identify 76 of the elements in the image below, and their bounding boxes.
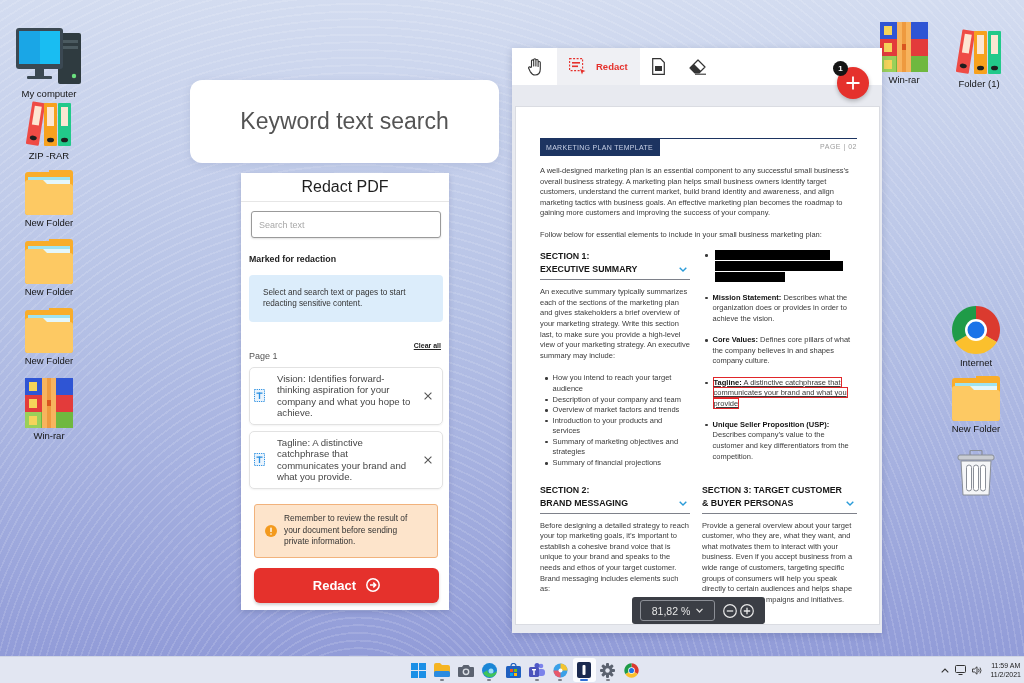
folder-icon [434,663,451,677]
bullet-icon [545,409,548,412]
redaction-item-text: Tagline: A distinctive catchphrase that communicates your brand and what you provide. [277,437,408,483]
swirl-icon [481,662,497,678]
taskbar-app-button[interactable] [572,658,596,682]
icon-label[interactable]: Internet [959,357,993,368]
shopping-bag-icon [505,662,521,678]
chevron-up-icon[interactable] [941,667,950,673]
redact-button[interactable]: Redact [254,567,439,603]
dashed-selection-icon [569,58,586,75]
zoom-level-select[interactable]: 81,82 % [640,600,715,621]
zoom-in-icon[interactable] [740,603,754,618]
binders-icon[interactable] [25,100,73,148]
icon-label[interactable]: My computer [21,88,77,99]
text-selection-icon [254,453,265,467]
zoom-out-icon[interactable] [723,603,737,618]
bullet-icon [705,381,708,385]
bullet-icon [545,377,548,380]
redaction-item-text: Vision: Identifies forward-thinking aspiration for your company and what you hope to achieve. [277,373,412,419]
chevron-down-icon[interactable] [846,500,854,506]
caret-icon [696,608,704,613]
icon-label[interactable]: ZIP -RAR [28,150,70,161]
chevron-down-icon[interactable] [679,500,687,506]
redaction-item-card[interactable]: Vision: Identifies forward-thinking aspiration for your company and what you hope to achieve. [249,366,443,425]
section-label: Marked for redaction [249,254,337,265]
browser-icon[interactable] [951,305,1001,355]
redaction-item-card[interactable]: Tagline: A distinctive catchphrase that communicates your brand and what you provide. [249,430,443,489]
text-selection-icon [254,389,265,403]
app-tile-icon [577,662,592,678]
bullet-icon [545,419,548,423]
bullet-icon [705,254,708,257]
icon-label[interactable]: New Folder [24,286,74,297]
icon-label[interactable]: Folder (1) [958,78,1000,89]
chat-people-icon [528,662,545,678]
callout-text: Keyword text search [240,108,449,135]
bullet-icon [705,423,708,427]
speaker-icon[interactable] [972,665,983,675]
icon-label[interactable]: New Folder [951,423,1001,434]
binders-icon[interactable] [955,28,1003,76]
bullet-icon [545,462,548,465]
plus-icon [846,76,860,90]
document-icon [651,58,665,75]
settings-icon [600,662,616,678]
camera-icon [457,663,474,677]
hand-icon [528,57,543,76]
close-icon[interactable] [424,455,432,464]
icon-label[interactable]: Win-rar [888,74,920,85]
section-heading: SECTION 3: TARGET CUSTOMER & BUYER PERSONAS [702,483,842,510]
search-field[interactable]: Search text [251,211,441,238]
pinwheel-icon [552,662,568,678]
section-heading: SECTION 1: EXECUTIVE SUMMARY [540,250,638,277]
eraser-icon [688,58,707,75]
arrow-circle-icon [366,578,381,593]
browser-icon [624,662,640,678]
four-squares-icon [410,662,426,678]
redact-tab[interactable]: Redact [557,48,640,85]
icon-label[interactable]: Win-rar [33,430,65,441]
bullet-icon [705,339,708,342]
archive-icon[interactable] [25,378,73,428]
computer-icon[interactable] [16,28,82,86]
bullet-icon [545,440,548,444]
icon-label[interactable]: New Folder [24,217,74,228]
archive-icon[interactable] [880,22,928,72]
page-label: Page 1 [249,350,279,362]
bullet-icon [545,398,548,402]
panel-title: Redact PDF [241,173,449,202]
warning-icon [265,524,277,537]
info-message: Select and search text or pages to start redacting sensitive content. [249,275,443,322]
warning-text: Remember to review the result of your document before sending private information. [284,513,409,549]
chevron-down-icon[interactable] [679,267,687,273]
close-icon[interactable] [424,391,432,400]
section-heading: SECTION 2: BRAND MESSAGING [540,483,628,510]
monitor-icon[interactable] [955,665,967,675]
bullet-icon [705,296,708,300]
icon-label[interactable]: New Folder [24,355,74,366]
trash-icon[interactable] [957,450,995,496]
